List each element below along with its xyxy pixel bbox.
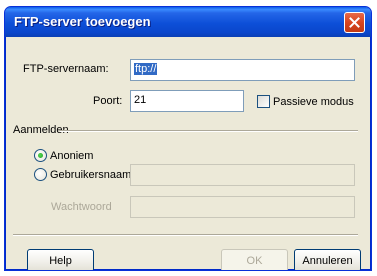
passive-mode-label[interactable]: Passieve modus <box>273 96 354 108</box>
anonymous-radio[interactable] <box>34 149 47 162</box>
title-bar[interactable]: FTP-server toevoegen <box>5 7 371 37</box>
cancel-button[interactable]: Annuleren <box>294 249 361 270</box>
server-name-label: FTP-servernaam: <box>23 63 109 75</box>
server-name-value: ftp:// <box>134 63 158 75</box>
username-option-label[interactable]: Gebruikersnaam <box>50 169 131 181</box>
port-value: 21 <box>134 94 147 106</box>
passive-mode-checkbox[interactable] <box>257 95 270 108</box>
help-button[interactable]: Help <box>27 249 94 270</box>
close-button[interactable] <box>344 12 365 33</box>
password-field[interactable] <box>130 196 355 218</box>
buttons-separator <box>13 234 358 236</box>
window-title: FTP-server toevoegen <box>14 14 151 29</box>
login-separator <box>60 130 358 132</box>
ftp-server-dialog: FTP-server toevoegen FTP-servernaam: ftp… <box>4 6 372 271</box>
anonymous-label[interactable]: Anoniem <box>50 150 93 162</box>
close-icon <box>349 17 360 28</box>
username-field[interactable] <box>130 164 355 186</box>
server-name-field[interactable]: ftp:// <box>130 59 355 81</box>
username-radio[interactable] <box>34 168 47 181</box>
ok-button[interactable]: OK <box>221 249 288 270</box>
port-label: Poort: <box>93 95 123 107</box>
password-label: Wachtwoord <box>51 201 112 213</box>
port-field[interactable]: 21 <box>130 90 244 112</box>
dialog-body: FTP-servernaam: ftp:// Poort: 21 Passiev… <box>8 37 368 270</box>
